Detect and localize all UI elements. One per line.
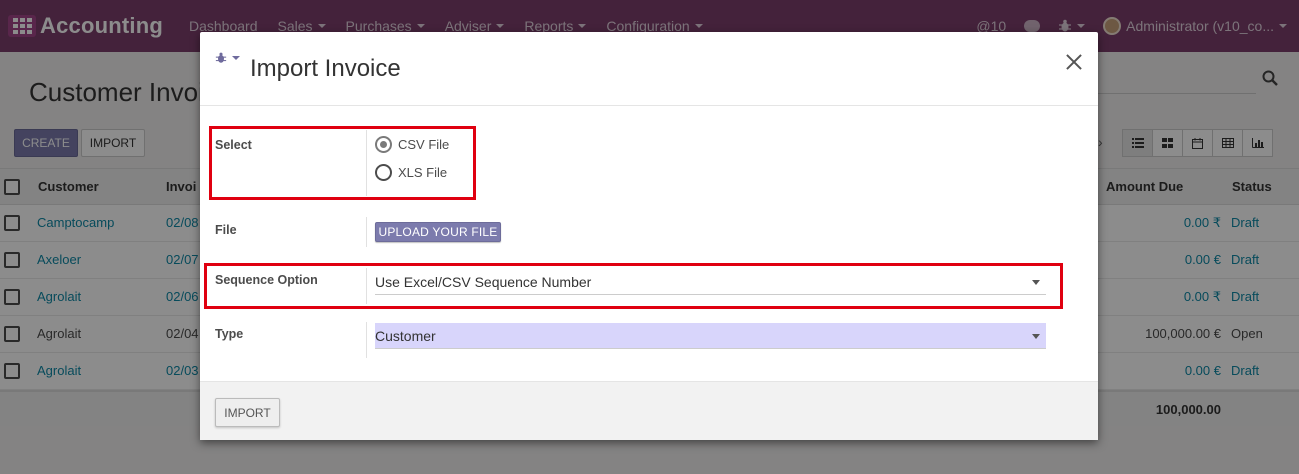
close-icon[interactable]: [1064, 52, 1084, 72]
highlight-sequence-field: [204, 263, 1063, 309]
chevron-down-icon: [1032, 334, 1040, 339]
select-value: Customer: [375, 327, 436, 344]
modal-header: Import Invoice: [200, 32, 1098, 106]
field-separator: [366, 322, 367, 358]
modal-footer: IMPORT: [200, 381, 1098, 440]
type-label: Type: [215, 327, 244, 341]
file-label: File: [215, 223, 237, 237]
upload-file-button[interactable]: UPLOAD YOUR FILE: [375, 222, 501, 242]
highlight-select-field: [209, 126, 476, 200]
type-select[interactable]: Customer: [375, 323, 1046, 349]
import-submit-button[interactable]: IMPORT: [215, 398, 280, 427]
chevron-down-icon: [232, 56, 240, 60]
field-separator: [366, 217, 367, 247]
modal-title: Import Invoice: [250, 55, 401, 82]
bug-icon: [215, 52, 227, 63]
debug-menu[interactable]: [215, 52, 240, 64]
import-invoice-dialog: Import Invoice Select CSV File XLS File …: [200, 32, 1098, 440]
